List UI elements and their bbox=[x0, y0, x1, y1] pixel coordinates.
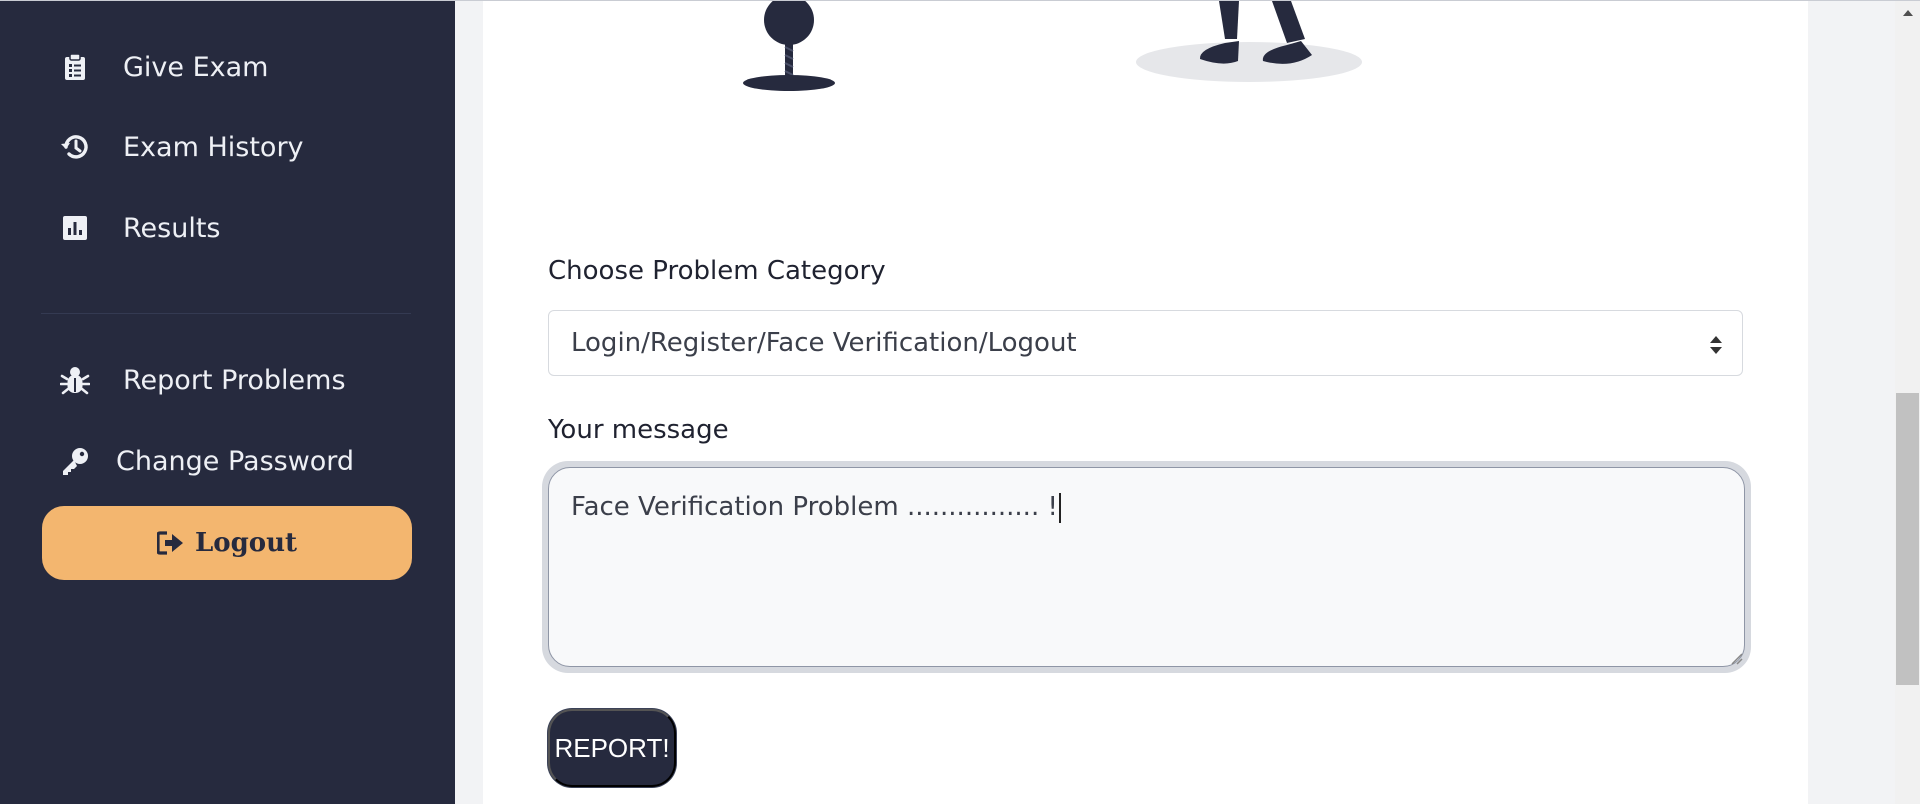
message-label: Your message bbox=[548, 415, 729, 445]
caret-up-icon bbox=[1902, 10, 1913, 16]
sidebar-item-report-problems[interactable]: Report Problems bbox=[0, 352, 455, 408]
report-button[interactable]: REPORT! bbox=[548, 709, 676, 787]
scroll-up-button[interactable] bbox=[1895, 1, 1920, 25]
sidebar: Give Exam Exam History Results Report Pr… bbox=[0, 1, 455, 804]
sidebar-item-results[interactable]: Results bbox=[0, 200, 455, 256]
scrollbar-thumb[interactable] bbox=[1896, 393, 1919, 685]
sidebar-item-label: Exam History bbox=[123, 131, 304, 163]
bug-icon bbox=[58, 363, 92, 397]
page-scrollbar[interactable] bbox=[1895, 1, 1920, 804]
sidebar-item-label: Change Password bbox=[116, 445, 355, 477]
key-icon bbox=[58, 444, 92, 478]
sidebar-divider bbox=[41, 313, 411, 314]
sidebar-item-label: Report Problems bbox=[123, 364, 346, 396]
message-textarea[interactable]: Face Verification Problem ..............… bbox=[548, 467, 1745, 667]
sign-out-icon bbox=[156, 530, 187, 556]
sidebar-item-label: Give Exam bbox=[123, 51, 269, 83]
clipboard-icon bbox=[58, 50, 92, 84]
category-label: Choose Problem Category bbox=[548, 256, 886, 286]
select-arrows-icon bbox=[1708, 334, 1724, 356]
message-textarea-focus-ring: Face Verification Problem ..............… bbox=[542, 461, 1751, 673]
sidebar-item-change-password[interactable]: Change Password bbox=[0, 433, 455, 489]
category-select-value: Login/Register/Face Verification/Logout bbox=[571, 328, 1077, 358]
sidebar-item-exam-history[interactable]: Exam History bbox=[0, 119, 455, 175]
text-caret bbox=[1058, 492, 1061, 523]
illustration-image bbox=[743, 1, 1362, 91]
logout-label: Logout bbox=[194, 528, 298, 558]
category-select[interactable]: Login/Register/Face Verification/Logout bbox=[548, 310, 1743, 376]
report-problem-card: Choose Problem Category Login/Register/F… bbox=[483, 1, 1808, 804]
bar-chart-icon bbox=[58, 211, 92, 245]
history-icon bbox=[58, 130, 92, 164]
sidebar-item-give-exam[interactable]: Give Exam bbox=[0, 39, 455, 95]
sidebar-item-label: Results bbox=[123, 212, 221, 244]
logout-button[interactable]: Logout bbox=[42, 506, 412, 580]
message-text: Face Verification Problem ..............… bbox=[571, 492, 1058, 522]
resize-grip-icon[interactable] bbox=[1729, 651, 1743, 665]
